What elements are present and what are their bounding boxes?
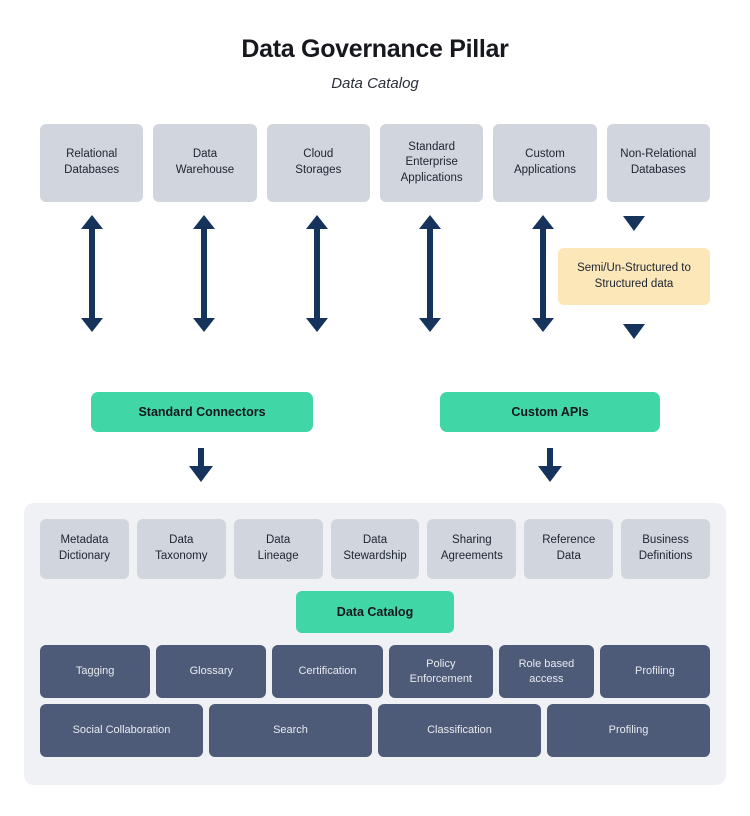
- double-arrow-icon-data-warehouse: [193, 215, 215, 332]
- double-arrow-icon-custom-applications: [532, 215, 554, 332]
- arrow-down-icon-standard-connectors: [189, 448, 213, 482]
- data-sources-row: Relational Databases Data Warehouse Cloud S…: [40, 124, 710, 202]
- feature-box-profiling: Profiling: [599, 645, 711, 698]
- feature-box-glossary: Glossary: [156, 645, 267, 698]
- source-box-relational-databases: Relational Databases: [40, 124, 144, 202]
- source-box-data-warehouse: Data Warehouse: [153, 124, 257, 202]
- custom-apis-bar[interactable]: Custom APIs: [440, 392, 660, 432]
- arrow-down-icon-custom-apis: [538, 448, 562, 482]
- feature-box-profiling-secondary: Profiling: [547, 704, 710, 757]
- capability-box-sharing-agreements: Sharing Agreements: [427, 519, 517, 579]
- arrow-head-down-icon: [306, 318, 328, 332]
- catalog-features-row-primary: Tagging Glossary Certification Policy Enf…: [40, 645, 711, 698]
- capability-box-data-stewardship: Data Stewardship: [330, 519, 420, 579]
- arrow-head-down-icon: [189, 466, 213, 482]
- standard-connectors-bar[interactable]: Standard Connectors: [91, 392, 313, 432]
- double-arrow-icon-cloud-storages: [306, 215, 328, 332]
- source-box-non-relational-databases: Non-Relational Databases: [606, 124, 710, 202]
- arrow-head-up-icon: [81, 215, 103, 229]
- arrow-head-down-icon: [419, 318, 441, 332]
- arrow-head-up-icon: [532, 215, 554, 229]
- arrow-shaft: [89, 224, 95, 323]
- feature-box-certification: Certification: [272, 645, 383, 698]
- arrow-shaft: [201, 224, 207, 323]
- arrow-shaft: [198, 448, 204, 468]
- arrow-shaft: [540, 224, 546, 323]
- capability-box-reference-data: Reference Data: [524, 519, 614, 579]
- data-catalog-badge: Data Catalog: [296, 591, 454, 633]
- arrow-head-down-icon: [81, 318, 103, 332]
- feature-box-social-collaboration: Social Collaboration: [40, 704, 203, 757]
- arrow-shaft: [547, 448, 553, 468]
- double-arrow-icon-relational-databases: [81, 215, 103, 332]
- arrow-shaft: [314, 224, 320, 323]
- triangle-down-icon-from-transform: [623, 324, 645, 339]
- capability-box-data-taxonomy: Data Taxonomy: [136, 519, 226, 579]
- feature-box-classification: Classification: [378, 704, 541, 757]
- double-arrow-icon-standard-enterprise-applications: [419, 215, 441, 332]
- source-box-cloud-storages: Cloud Storages: [266, 124, 370, 202]
- capability-box-business-definitions: Business Definitions: [621, 519, 711, 579]
- arrow-shaft: [427, 224, 433, 323]
- source-box-custom-applications: Custom Applications: [493, 124, 597, 202]
- feature-box-policy-enforcement: Policy Enforcement: [388, 645, 494, 698]
- feature-box-tagging: Tagging: [40, 645, 151, 698]
- feature-box-search: Search: [209, 704, 372, 757]
- triangle-down-icon-into-transform: [623, 216, 645, 231]
- feature-box-role-based-access: Role based access: [499, 645, 594, 698]
- arrow-head-down-icon: [532, 318, 554, 332]
- page-subtitle: Data Catalog: [331, 74, 419, 92]
- source-box-standard-enterprise-applications: Standard Enterprise Applications: [379, 124, 484, 202]
- catalog-capabilities-row: Metadata Dictionary Data Taxonomy Data Line…: [40, 519, 711, 579]
- arrow-head-up-icon: [193, 215, 215, 229]
- catalog-features-row-secondary: Social Collaboration Search Classificati…: [40, 704, 710, 757]
- arrow-head-up-icon: [306, 215, 328, 229]
- arrow-head-up-icon: [419, 215, 441, 229]
- diagram-header: Data Governance Pillar Data Catalog: [0, 0, 750, 92]
- catalog-badge-wrapper: Data Catalog: [40, 591, 710, 633]
- data-catalog-panel: Metadata Dictionary Data Taxonomy Data Line…: [24, 503, 726, 785]
- arrow-head-down-icon: [538, 466, 562, 482]
- page-title: Data Governance Pillar: [241, 35, 509, 63]
- capability-box-metadata-dictionary: Metadata Dictionary: [40, 519, 129, 579]
- arrow-head-down-icon: [193, 318, 215, 332]
- transform-box-semi-unstructured-to-structured: Semi/Un-Structured to Structured data: [558, 248, 710, 305]
- capability-box-data-lineage: Data Lineage: [233, 519, 323, 579]
